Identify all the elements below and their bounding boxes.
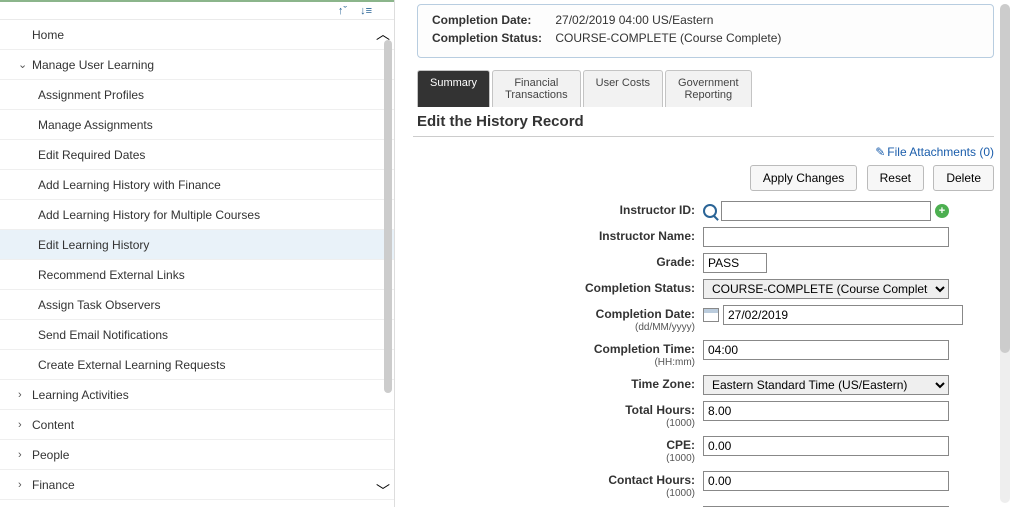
completion-date-input[interactable]	[723, 305, 963, 325]
nav-label: Assignment Profiles	[38, 88, 144, 102]
completion-time-label: Completion Time:(HH:mm)	[413, 340, 703, 369]
cpe-input[interactable]	[703, 436, 949, 456]
sidebar: ↑ˇ ↓≡ ︿ Home ⌄Manage User Learning Assig…	[0, 0, 395, 507]
nav-label: Add Learning History for Multiple Course…	[38, 208, 260, 222]
grade-input[interactable]	[703, 253, 767, 273]
completion-status-value: COURSE-COMPLETE (Course Complete)	[555, 31, 781, 45]
nav-add-learning-history-multiple[interactable]: Add Learning History for Multiple Course…	[0, 200, 394, 230]
nav-label: Edit Required Dates	[38, 148, 145, 162]
instructor-name-label: Instructor Name:	[413, 227, 703, 243]
nav-content[interactable]: ›Content	[0, 410, 394, 440]
nav-label: Create External Learning Requests	[38, 358, 225, 372]
sidebar-scrollbar[interactable]	[384, 40, 392, 393]
total-hours-input[interactable]	[703, 401, 949, 421]
section-title: Edit the History Record	[413, 107, 994, 137]
action-row: ✎File Attachments (0) Apply Changes Rese…	[413, 145, 994, 191]
completion-status-form-label: Completion Status:	[413, 279, 703, 295]
nav-label: Finance	[32, 478, 75, 492]
nav-label: Home	[32, 28, 64, 42]
time-zone-select[interactable]: Eastern Standard Time (US/Eastern)	[703, 375, 949, 395]
nav-add-learning-history-finance[interactable]: Add Learning History with Finance	[0, 170, 394, 200]
nav-label: Recommend External Links	[38, 268, 185, 282]
nav-label: People	[32, 448, 69, 462]
pencil-icon: ✎	[875, 145, 885, 159]
tab-government-reporting[interactable]: GovernmentReporting	[665, 70, 752, 107]
chevron-right-icon: ›	[18, 389, 32, 401]
completion-status-label: Completion Status:	[432, 31, 552, 45]
total-hours-label: Total Hours:(1000)	[413, 401, 703, 430]
add-icon[interactable]: +	[935, 204, 949, 218]
nav-label: Assign Task Observers	[38, 298, 161, 312]
nav-label: Content	[32, 418, 74, 432]
search-icon[interactable]	[703, 204, 717, 218]
reset-button[interactable]: Reset	[867, 165, 924, 191]
nav-label: Edit Learning History	[38, 238, 149, 252]
nav-label: Manage User Learning	[32, 58, 154, 72]
nav-create-external-learning-requests[interactable]: Create External Learning Requests	[0, 350, 394, 380]
completion-date-form-label: Completion Date:(dd/MM/yyyy)	[413, 305, 703, 334]
chevron-right-icon: ›	[18, 479, 32, 491]
instructor-id-input[interactable]	[721, 201, 931, 221]
calendar-icon[interactable]	[703, 308, 719, 322]
nav-manage-assignments[interactable]: Manage Assignments	[0, 110, 394, 140]
nav-label: Learning Activities	[32, 388, 129, 402]
tab-user-costs[interactable]: User Costs	[583, 70, 663, 107]
time-zone-label: Time Zone:	[413, 375, 703, 391]
completion-status-select[interactable]: COURSE-COMPLETE (Course Complete) - For …	[703, 279, 949, 299]
instructor-id-label: Instructor ID:	[413, 201, 703, 217]
nav-label: Add Learning History with Finance	[38, 178, 221, 192]
nav-recommend-external-links[interactable]: Recommend External Links	[0, 260, 394, 290]
scroll-down-icon[interactable]: ﹀	[376, 481, 390, 501]
cpe-label: CPE:(1000)	[413, 436, 703, 465]
nav-send-email-notifications[interactable]: Send Email Notifications	[0, 320, 394, 350]
completion-date-label: Completion Date:	[432, 13, 552, 27]
chevron-right-icon: ›	[18, 419, 32, 431]
completion-date-value: 27/02/2019 04:00 US/Eastern	[555, 13, 713, 27]
file-attachments-link[interactable]: ✎File Attachments (0)	[875, 145, 994, 159]
sort-desc-icon[interactable]: ↓≡	[360, 5, 372, 17]
edit-history-form: Instructor ID: + Instructor Name: Grade:…	[413, 201, 994, 507]
completion-time-input[interactable]	[703, 340, 949, 360]
nav-finance[interactable]: ›Finance	[0, 470, 394, 500]
delete-button[interactable]: Delete	[933, 165, 994, 191]
contact-hours-label: Contact Hours:(1000)	[413, 471, 703, 500]
nav-edit-required-dates[interactable]: Edit Required Dates	[0, 140, 394, 170]
nav-edit-learning-history[interactable]: Edit Learning History	[0, 230, 394, 260]
sort-asc-icon[interactable]: ↑ˇ	[338, 5, 347, 17]
main-content: Completion Date: 27/02/2019 04:00 US/Eas…	[395, 0, 1012, 507]
nav-assign-task-observers[interactable]: Assign Task Observers	[0, 290, 394, 320]
tab-financial-transactions[interactable]: FinancialTransactions	[492, 70, 581, 107]
nav-label: Manage Assignments	[38, 118, 153, 132]
nav-learning-activities[interactable]: ›Learning Activities	[0, 380, 394, 410]
grade-label: Grade:	[413, 253, 703, 269]
sidebar-toolbar: ↑ˇ ↓≡	[0, 0, 394, 20]
chevron-down-icon: ⌄	[18, 58, 32, 71]
tabs: Summary FinancialTransactions User Costs…	[417, 70, 994, 107]
tab-summary[interactable]: Summary	[417, 70, 490, 107]
nav-home[interactable]: Home	[0, 20, 394, 50]
apply-changes-button[interactable]: Apply Changes	[750, 165, 857, 191]
completion-info-box: Completion Date: 27/02/2019 04:00 US/Eas…	[417, 4, 994, 58]
instructor-name-input[interactable]	[703, 227, 949, 247]
chevron-right-icon: ›	[18, 449, 32, 461]
contact-hours-input[interactable]	[703, 471, 949, 491]
nav-people[interactable]: ›People	[0, 440, 394, 470]
nav-label: Send Email Notifications	[38, 328, 168, 342]
main-scrollbar[interactable]	[1000, 4, 1010, 503]
nav-manage-user-learning[interactable]: ⌄Manage User Learning	[0, 50, 394, 80]
nav-assignment-profiles[interactable]: Assignment Profiles	[0, 80, 394, 110]
